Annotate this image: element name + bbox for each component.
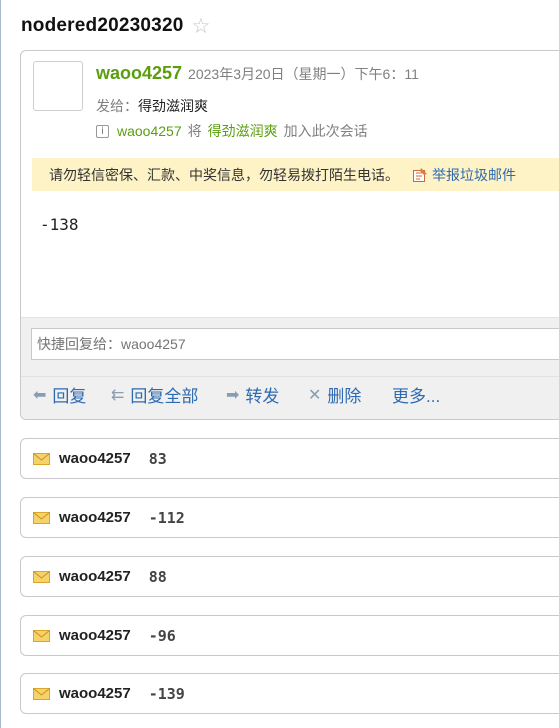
quick-reply-input[interactable] [31,328,559,360]
info-icon: i [96,124,109,138]
mail-card: waoo4257 2023年3月20日（星期一）下午6：11 发给：得劲滋润爽 … [20,50,559,420]
info-sender-link[interactable]: waoo4257 [117,123,182,139]
subject-header: nodered20230320 ☆ [21,12,210,40]
sent-date: 2023年3月20日（星期一）下午6：11 [188,66,419,82]
envelope-icon [33,570,50,583]
more-label: 更多... [392,386,441,406]
recipient-name[interactable]: 得劲滋润爽 [138,98,208,114]
security-warning-bar: 请勿轻信密保、汇款、中奖信息，勿轻易拨打陌生电话。 举报垃圾邮件 [32,158,559,191]
thread-sender: waoo4257 [59,627,131,644]
report-spam-link[interactable]: 举报垃圾邮件 [432,165,516,185]
thread-sender: waoo4257 [59,509,131,526]
thread-preview: -96 [148,626,176,645]
envelope-icon [33,687,50,700]
thread-preview: 83 [148,449,167,468]
thread-sender: waoo4257 [59,685,131,702]
info-connector: 将 [187,123,202,139]
sender-name[interactable]: waoo4257 [96,63,182,84]
envelope-icon [33,511,50,524]
thread-preview: 88 [148,567,167,586]
mail-subject: nodered20230320 [21,15,184,36]
security-warning-text: 请勿轻信密保、汇款、中奖信息，勿轻易拨打陌生电话。 [49,166,399,183]
thread-item[interactable]: waoo4257 -96 [20,615,559,656]
thread-sender: waoo4257 [59,450,131,467]
action-toolbar: ⬅ 回复 ⇇ 回复全部 ➡ 转发 ✕ 删除 更多... [21,376,559,409]
add-to-conversation-line: i waoo4257 将 得劲滋润爽 加入此次会话 [96,121,368,141]
forward-button[interactable]: ➡ 转发 [226,382,279,407]
envelope-icon [33,629,50,642]
more-button[interactable]: 更多... [392,382,440,407]
reply-all-icon: ⇇ [111,384,125,404]
envelope-icon [33,452,50,465]
sender-line: waoo4257 2023年3月20日（星期一）下午6：11 [96,63,419,84]
thread-preview: -139 [148,684,185,703]
reply-icon: ⬅ [33,384,47,404]
reply-area: ⬅回复 ⇇回复全部 ➡转发 ✕删除 更多... [21,317,559,419]
forward-label: 转发 [245,386,280,406]
recipient-line: 发给：得劲滋润爽 [96,96,208,116]
left-divider [0,0,1,728]
avatar[interactable] [33,61,83,111]
thread-preview: -112 [148,508,185,527]
thread-sender: waoo4257 [59,568,131,585]
delete-button[interactable]: ✕ 删除 [308,382,361,407]
star-icon[interactable]: ☆ [192,16,211,37]
thread-item[interactable]: waoo4257 -139 [20,673,559,714]
recipient-label: 发给： [96,98,138,114]
thread-item[interactable]: waoo4257 83 [20,438,559,479]
info-contact-link[interactable]: 得劲滋润爽 [208,121,278,141]
forward-icon: ➡ [226,384,240,404]
delete-icon: ✕ [308,384,322,404]
reply-all-button[interactable]: ⇇ 回复全部 [111,382,198,407]
delete-label: 删除 [327,386,362,406]
add-to-conversation-link[interactable]: 加入此次会话 [284,121,368,141]
thread-item[interactable]: waoo4257 -112 [20,497,559,538]
mail-body: -138 [40,215,79,234]
reply-label: 回复 [52,386,87,406]
thread-item[interactable]: waoo4257 88 [20,556,559,597]
reply-all-label: 回复全部 [130,386,199,406]
reply-button[interactable]: ⬅ 回复 [33,382,86,407]
report-spam-icon[interactable] [412,167,428,183]
